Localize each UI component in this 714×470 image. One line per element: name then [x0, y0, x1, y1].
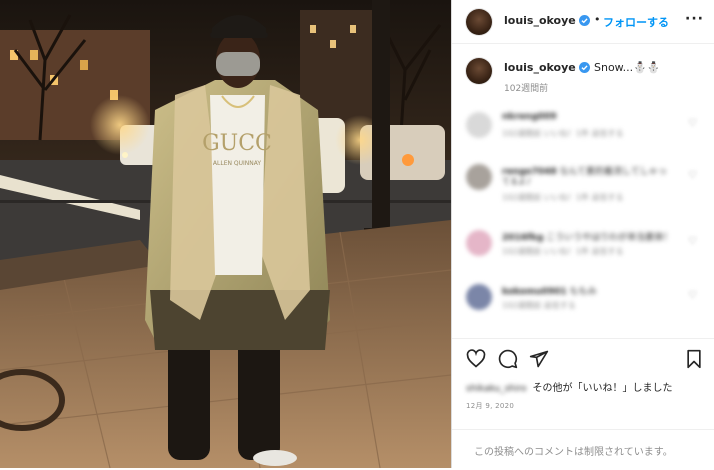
comment-text: kokomu0901 ももみ: [502, 287, 597, 297]
post-actions: shikaku_shiro その他が「いいね！」しました 12月 9, 2020 …: [452, 338, 714, 469]
post-header: louis_okoye • フォローする ···: [452, 0, 714, 44]
comment-avatar[interactable]: [466, 230, 492, 256]
likes-user[interactable]: shikaku_shiro: [466, 384, 527, 394]
send-icon[interactable]: [529, 349, 549, 369]
comment-meta: 102週間前 いいね！1件 返信する: [502, 129, 624, 138]
header-separator: •: [594, 13, 601, 26]
author-avatar[interactable]: [466, 9, 492, 35]
caption-avatar[interactable]: [466, 58, 492, 84]
post-sidebar: louis_okoye • フォローする ··· louis_okoye Sno…: [451, 0, 714, 468]
comment-avatar[interactable]: [466, 164, 492, 190]
shirt-logo-text: GUCC: [202, 131, 272, 156]
author-username[interactable]: louis_okoye: [504, 14, 576, 27]
comment-item: nkreng009 102週間前 いいね！1件 返信する ♡: [452, 108, 714, 158]
comment-item: 2016fkg こういうやはりわが本当素体！ 102週間前 いいね！1件 返信す…: [452, 226, 714, 276]
comment-like-icon[interactable]: ♡: [688, 236, 697, 247]
post-photo[interactable]: GUCC ALLEN QUINNAY: [0, 0, 451, 468]
comments-restricted-text: この投稿へのコメントは制限されています。: [474, 447, 673, 458]
comment-meta: 102週間前 いいね！1件 返信する: [502, 247, 624, 256]
likes-text[interactable]: その他が「いいね！」しました: [533, 383, 673, 394]
comment-like-icon[interactable]: ♡: [688, 170, 697, 181]
comment-avatar[interactable]: [466, 112, 492, 138]
likes-summary: shikaku_shiro その他が「いいね！」しました: [466, 379, 673, 394]
post-image-illustration: GUCC ALLEN QUINNAY: [0, 0, 451, 468]
comment-avatar[interactable]: [466, 284, 492, 310]
verified-badge-icon: [579, 15, 590, 26]
caption-username[interactable]: louis_okoye: [504, 61, 576, 74]
comment-meta: 102週間前 返信する: [502, 301, 576, 310]
bookmark-icon[interactable]: [685, 349, 703, 369]
comment-like-icon[interactable]: ♡: [688, 290, 697, 301]
comment-item: rengo7048 なんて素的着流してしゃっ てるよ♪ 102週間前 いいね！1…: [452, 160, 714, 210]
comment-like-icon[interactable]: ♡: [688, 118, 697, 129]
caption-text: Snow...⛄⛄: [594, 61, 661, 74]
heart-icon[interactable]: [466, 349, 486, 369]
comment-text: nkreng009: [502, 112, 557, 122]
comment-icon[interactable]: [498, 349, 518, 369]
caption-verified-icon: [579, 62, 590, 73]
comment-text: 2016fkg こういうやはりわが本当素体！: [502, 233, 673, 243]
shirt-sub-text: ALLEN QUINNAY: [213, 160, 261, 167]
follow-button[interactable]: フォローする: [603, 14, 669, 30]
comment-text-cont: てるよ♪: [502, 177, 532, 186]
caption-time[interactable]: 102週間前: [504, 81, 548, 94]
comments-restricted: この投稿へのコメントは制限されています。: [452, 429, 714, 470]
comment-item: kokomu0901 ももみ 102週間前 返信する ♡: [452, 280, 714, 330]
more-options-icon[interactable]: ···: [685, 11, 704, 27]
post-date[interactable]: 12月 9, 2020: [466, 401, 514, 411]
comment-meta: 102週間前 いいね！1件 返信する: [502, 193, 624, 202]
